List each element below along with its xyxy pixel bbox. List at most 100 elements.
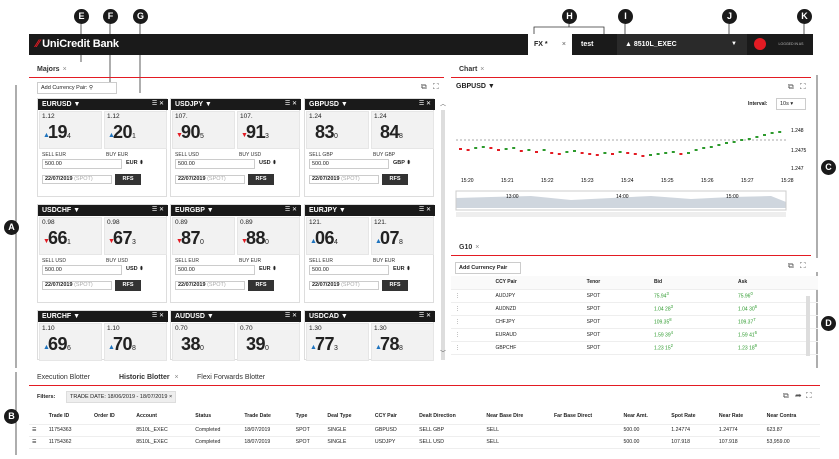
- value-date[interactable]: 22/07/2019 (SPOT): [175, 175, 245, 184]
- column-header[interactable]: Near Amt.: [620, 408, 669, 425]
- expand-icon[interactable]: ⛶: [806, 391, 812, 401]
- price-tile-6[interactable]: EURCHF ▼ ☰ ✕ 1.10 ▲ 696 1.10 ▲ 708: [37, 310, 168, 361]
- close-icon[interactable]: ×: [475, 244, 479, 251]
- amount-input[interactable]: 500.00: [175, 159, 255, 169]
- table-row[interactable]: ☰ 11754363 8510L_EXEC Completed 18/07/2019 SP…: [29, 424, 820, 437]
- currency-select[interactable]: EUR ⬍: [126, 160, 144, 166]
- column-header[interactable]: Status: [192, 408, 242, 425]
- table-row[interactable]: ⋮ AUDNZD SPOT 1.04 283 1.04 306: [451, 302, 818, 316]
- column-header[interactable]: Trade Date: [241, 408, 293, 425]
- close-icon[interactable]: ×: [63, 66, 67, 73]
- currency-select[interactable]: USD ⬍: [126, 266, 144, 272]
- tile-menu-close-icon[interactable]: ☰ ✕: [285, 205, 297, 216]
- column-header[interactable]: CCY Pair: [371, 408, 417, 425]
- ask-price-button[interactable]: 1.24 848: [371, 111, 434, 149]
- table-row[interactable]: ⋮ EURAUD SPOT 1.59 394 1.59 416: [451, 328, 818, 342]
- rfs-button[interactable]: RFS: [382, 174, 408, 185]
- currency-select[interactable]: EUR ⬍: [393, 266, 411, 272]
- popout-icon[interactable]: ⧉: [421, 82, 427, 92]
- ask-price-button[interactable]: 0.98 ▼ 673: [104, 217, 167, 255]
- value-date[interactable]: 22/07/2019 (SPOT): [42, 175, 112, 184]
- tab-fx[interactable]: FX * ×: [528, 34, 572, 55]
- column-header[interactable]: Trade ID: [45, 408, 92, 425]
- row-menu-icon[interactable]: ☰: [29, 424, 46, 437]
- column-header[interactable]: Deal Type: [324, 408, 372, 425]
- price-tile-4[interactable]: EURGBP ▼ ☰ ✕ 0.89 ▼ 870 0.89 ▼ 880 SELL EU…: [170, 204, 301, 303]
- column-header[interactable]: Near Base Dire: [483, 408, 552, 425]
- ask-price-button[interactable]: 1.12 ▲ 201: [104, 111, 167, 149]
- bid-price-button[interactable]: 0.70 380: [172, 323, 235, 361]
- value-date[interactable]: 22/07/2019 (SPOT): [309, 281, 379, 290]
- scroll-down-icon[interactable]: ﹀: [440, 348, 446, 357]
- g10-scrollbar[interactable]: [806, 296, 810, 356]
- column-header[interactable]: Near Contra: [763, 408, 820, 425]
- chart-pair-selector[interactable]: GBPUSD ▼: [456, 83, 495, 90]
- bid-price-button[interactable]: 1.24 830: [306, 111, 369, 149]
- tile-menu-close-icon[interactable]: ☰ ✕: [285, 99, 297, 110]
- column-header[interactable]: Ask: [733, 276, 818, 290]
- currency-select[interactable]: USD ⬍: [259, 160, 277, 166]
- bid-price-button[interactable]: 0.89 ▼ 870: [172, 217, 235, 255]
- expand-icon[interactable]: ⛶: [800, 82, 806, 92]
- column-header[interactable]: CCY Pair: [491, 276, 583, 290]
- close-icon[interactable]: ×: [480, 66, 484, 73]
- price-chart[interactable]: 1.248 1.2475 1.247 15:20 15:21 15:22 15:23 15:2…: [451, 112, 813, 222]
- tile-menu-close-icon[interactable]: ☰ ✕: [152, 99, 164, 110]
- price-tile-0[interactable]: EURUSD ▼ ☰ ✕ 1.12 ▲ 194 1.12 ▲ 201 SELL EU…: [37, 98, 168, 197]
- column-header[interactable]: Far Base Direct: [551, 408, 621, 425]
- value-date[interactable]: 22/07/2019 (SPOT): [309, 175, 379, 184]
- amount-input[interactable]: 500.00: [42, 265, 122, 275]
- value-date[interactable]: 22/07/2019 (SPOT): [42, 281, 112, 290]
- notification-button[interactable]: [749, 34, 771, 55]
- column-header[interactable]: Type: [292, 408, 325, 425]
- add-currency-pair-input[interactable]: Add Currency Pair: ⚲: [37, 82, 117, 94]
- ask-price-button[interactable]: 1.10 ▲ 708: [104, 323, 167, 361]
- table-row[interactable]: ⋮ GBPCHF SPOT 1.23 152 1.23 189: [451, 341, 818, 355]
- majors-scrollbar[interactable]: [441, 110, 445, 360]
- popout-icon[interactable]: ⧉: [788, 261, 794, 271]
- tab-chart[interactable]: Chart ×: [459, 66, 484, 73]
- bid-price-button[interactable]: 1.30 ▲ 773: [306, 323, 369, 361]
- price-tile-8[interactable]: USDCAD ▼ ☰ ✕ 1.30 ▲ 773 1.30 ▲ 788: [304, 310, 435, 361]
- amount-input[interactable]: 500.00: [175, 265, 255, 275]
- row-menu-icon[interactable]: ☰: [29, 436, 46, 449]
- currency-select[interactable]: GBP ⬍: [393, 160, 411, 166]
- column-header[interactable]: Dealt Direction: [416, 408, 484, 425]
- ask-price-button[interactable]: 1.30 ▲ 788: [371, 323, 434, 361]
- add-currency-pair-input[interactable]: Add Currency Pair: [455, 262, 521, 274]
- column-header[interactable]: Account: [133, 408, 193, 425]
- column-header[interactable]: Order ID: [91, 408, 134, 425]
- expand-icon[interactable]: ⛶: [433, 82, 439, 92]
- amount-input[interactable]: 500.00: [309, 265, 389, 275]
- rfs-button[interactable]: RFS: [115, 174, 141, 185]
- price-tile-1[interactable]: USDJPY ▼ ☰ ✕ 107. ▼ 905 107. ▼ 913 SELL US…: [170, 98, 301, 197]
- ask-price-button[interactable]: 121. ▲ 078: [371, 217, 434, 255]
- price-tile-2[interactable]: GBPUSD ▼ ☰ ✕ 1.24 830 1.24 848 SELL GBP BU…: [304, 98, 435, 197]
- column-header[interactable]: Bid: [649, 276, 734, 290]
- popout-icon[interactable]: ⧉: [788, 82, 794, 92]
- ask-price-button[interactable]: 0.89 ▼ 880: [237, 217, 300, 255]
- tab-blotter-2[interactable]: Flexi Forwards Blotter: [197, 374, 265, 381]
- value-date[interactable]: 22/07/2019 (SPOT): [175, 281, 245, 290]
- tab-g10[interactable]: G10 ×: [459, 244, 479, 251]
- rfs-button[interactable]: RFS: [115, 280, 141, 291]
- amount-input[interactable]: 500.00: [42, 159, 122, 169]
- tab-test[interactable]: test: [577, 34, 593, 55]
- close-icon[interactable]: ×: [562, 34, 566, 55]
- tile-menu-close-icon[interactable]: ☰ ✕: [419, 311, 431, 322]
- tab-blotter-0[interactable]: Execution Blotter: [37, 374, 90, 381]
- rfs-button[interactable]: RFS: [248, 280, 274, 291]
- popout-icon[interactable]: ⧉: [783, 391, 789, 401]
- tile-menu-close-icon[interactable]: ☰ ✕: [152, 205, 164, 216]
- table-row[interactable]: ⋮ CHFJPY SPOT 109.358 109.377: [451, 315, 818, 329]
- bid-price-button[interactable]: 107. ▼ 905: [172, 111, 235, 149]
- export-icon[interactable]: ➦: [795, 391, 802, 400]
- rfs-button[interactable]: RFS: [382, 280, 408, 291]
- price-tile-3[interactable]: USDCHF ▼ ☰ ✕ 0.98 ▼ 661 0.98 ▼ 673 SELL US…: [37, 204, 168, 303]
- bid-price-button[interactable]: 0.98 ▼ 661: [39, 217, 102, 255]
- expand-icon[interactable]: ⛶: [800, 261, 806, 271]
- bid-price-button[interactable]: 121. ▲ 064: [306, 217, 369, 255]
- scroll-up-icon[interactable]: ︿: [440, 99, 446, 108]
- bid-price-button[interactable]: 1.10 ▲ 696: [39, 323, 102, 361]
- table-row[interactable]: ⋮ AUDJPY SPOT 75.943 75.960: [451, 289, 818, 303]
